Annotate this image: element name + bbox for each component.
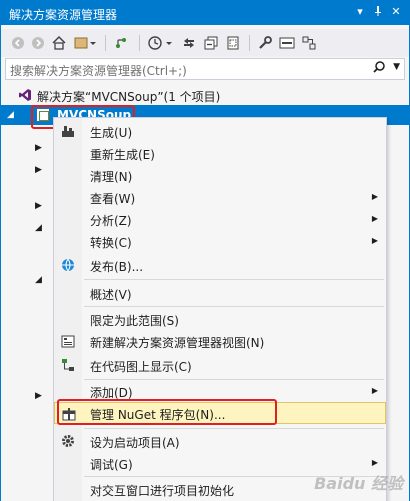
home-icon[interactable] [49, 32, 69, 54]
menu-item-set-startup[interactable]: 设为启动项目(A) [54, 430, 386, 452]
menu-item-new-explorer-view[interactable]: 新建解决方案资源管理器视图(N) [54, 330, 386, 352]
search-options-dropdown-icon[interactable]: ▼ [393, 62, 400, 72]
menu-separator [84, 428, 384, 429]
solution-explorer-window: 解决方案资源管理器 ▾ ✕ 搜索解决方案资源管理器(Ctrl+;) ▼ 解决方案… [0, 0, 410, 501]
sync-icon[interactable] [179, 32, 199, 54]
submenu-arrow-icon: ▶ [371, 236, 378, 245]
submenu-arrow-icon: ▶ [371, 458, 378, 467]
toolbar-separator [105, 35, 106, 51]
search-placeholder: 搜索解决方案资源管理器(Ctrl+;) [10, 64, 187, 78]
gear-icon [60, 433, 76, 449]
show-all-files-icon[interactable] [223, 32, 243, 54]
window-position-dropdown-icon[interactable]: ▾ [353, 5, 367, 19]
window-title: 解决方案资源管理器 [9, 8, 118, 22]
menu-item-convert[interactable]: 转换(C) ▶ [54, 230, 386, 252]
solution-label: 解决方案“MVCNSoup”(1 个项目) [37, 90, 221, 104]
menu-item-label: 转换(C) [90, 236, 132, 250]
menu-item-show-on-code-map[interactable]: 在代码图上显示(C) [54, 354, 386, 376]
menu-item-label: 查看(W) [90, 192, 136, 206]
menu-item-rebuild[interactable]: 重新生成(E) [54, 142, 386, 164]
menu-item-label: 在代码图上显示(C) [90, 360, 192, 374]
menu-item-label: 概述(V) [90, 288, 132, 302]
toolbar-separator [249, 35, 250, 51]
class-diagram-icon[interactable] [299, 32, 319, 54]
menu-item-clean[interactable]: 清理(N) [54, 164, 386, 186]
menu-item-label: 对交互窗口进行项目初始化 [90, 484, 235, 498]
menu-item-publish[interactable]: 发布(B)... [54, 254, 386, 276]
search-input[interactable]: 搜索解决方案资源管理器(Ctrl+;) ▼ [5, 58, 405, 80]
collapsed-arrow-icon[interactable]: ▶ [35, 143, 42, 153]
menu-separator [84, 279, 384, 280]
toolbar-separator [139, 35, 140, 51]
submenu-arrow-icon: ▶ [371, 214, 378, 223]
title-bar: 解决方案资源管理器 ▾ ✕ [1, 1, 409, 25]
new-view-icon [60, 333, 76, 349]
menu-item-label: 发布(B)... [90, 260, 144, 274]
preview-selected-icon[interactable] [277, 32, 297, 54]
menu-separator [84, 306, 384, 307]
expanded-arrow-icon[interactable]: ◢ [35, 275, 42, 285]
solution-node[interactable]: 解决方案“MVCNSoup”(1 个项目) [1, 85, 409, 105]
auto-hide-pin-icon[interactable] [371, 5, 385, 19]
menu-item-label: 调试(G) [90, 458, 133, 472]
forward-icon[interactable] [29, 32, 47, 54]
menu-item-overview[interactable]: 概述(V) [54, 282, 386, 304]
menu-item-label: 重新生成(E) [90, 148, 155, 162]
collapsed-arrow-icon[interactable]: ▶ [35, 391, 42, 401]
menu-item-label: 新建解决方案资源管理器视图(N) [90, 336, 265, 350]
solution-vs-icon [18, 88, 32, 102]
menu-item-label: 分析(Z) [90, 214, 132, 228]
close-icon[interactable]: ✕ [389, 5, 403, 19]
context-menu: 生成(U) 重新生成(E) 清理(N) 查看(W) ▶ 分析(Z) ▶ 转换(C… [53, 117, 387, 501]
search-icon[interactable] [372, 60, 386, 78]
nuget-highlight-box [57, 399, 277, 425]
code-map-icon [60, 357, 76, 373]
collapsed-arrow-icon[interactable]: ▶ [35, 165, 42, 175]
menu-item-analyze[interactable]: 分析(Z) ▶ [54, 208, 386, 230]
switch-views-icon[interactable] [71, 32, 99, 54]
back-icon[interactable] [9, 32, 27, 54]
menu-item-label: 清理(N) [90, 170, 133, 184]
expanded-arrow-icon[interactable]: ◢ [35, 223, 42, 233]
menu-item-scope-to-this[interactable]: 限定为此范围(S) [54, 308, 386, 330]
menu-item-label: 限定为此范围(S) [90, 314, 179, 328]
watermark: Baidu 经验 [314, 474, 403, 493]
menu-item-view[interactable]: 查看(W) ▶ [54, 186, 386, 208]
history-icon[interactable] [145, 32, 175, 54]
menu-item-label: 设为启动项目(A) [90, 436, 180, 450]
publish-globe-icon [60, 257, 76, 273]
collapsed-arrow-icon[interactable]: ▶ [35, 201, 42, 211]
submenu-arrow-icon: ▶ [371, 192, 378, 201]
expanded-arrow-icon[interactable]: ◢ [7, 110, 14, 120]
submenu-arrow-icon: ▶ [371, 386, 378, 395]
pending-changes-icon[interactable] [111, 32, 131, 54]
menu-item-build[interactable]: 生成(U) [54, 120, 386, 142]
menu-item-label: 生成(U) [90, 126, 133, 140]
properties-wrench-icon[interactable] [255, 32, 275, 54]
build-icon [60, 123, 76, 139]
collapse-all-icon[interactable] [201, 32, 221, 54]
toolbar [1, 29, 409, 57]
